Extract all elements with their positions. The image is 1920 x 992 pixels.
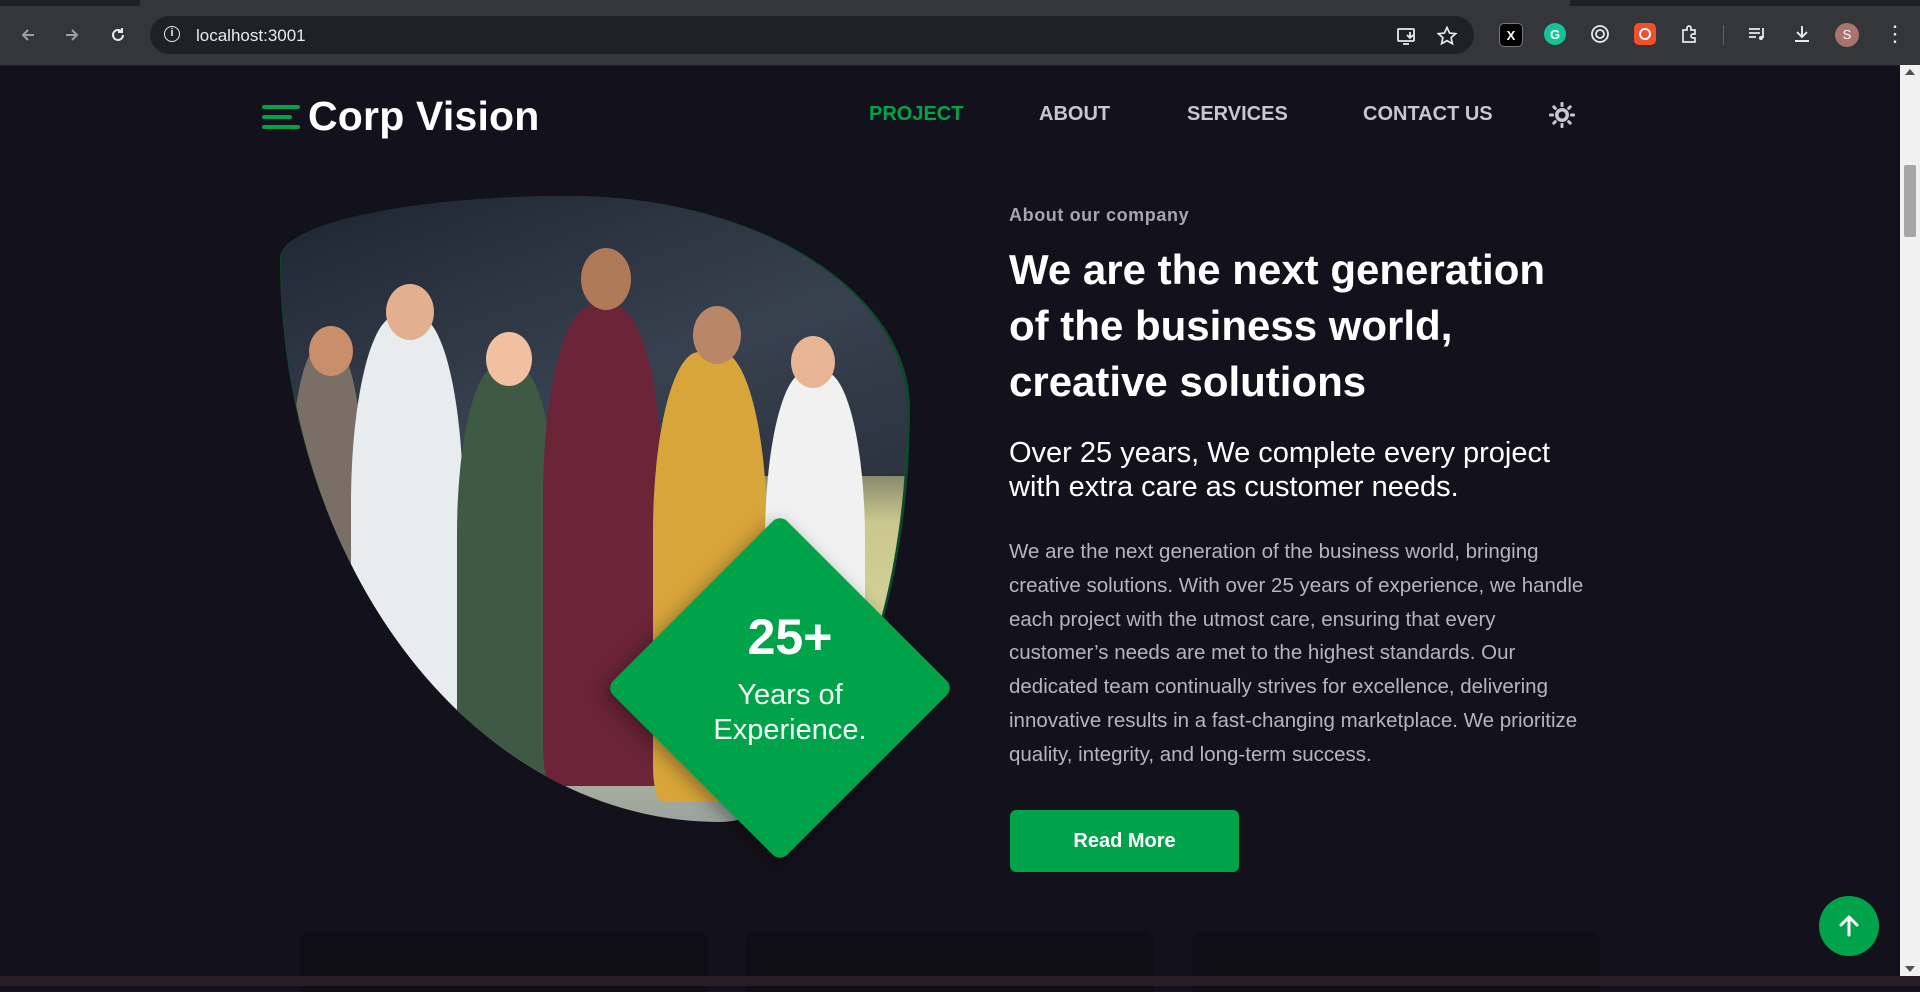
experience-label-line-1: Years of bbox=[737, 679, 843, 711]
browser-toolbar: i localhost:3001 X G S ⋮ bbox=[0, 0, 1920, 66]
media-control-icon[interactable] bbox=[1746, 23, 1768, 45]
arrow-up-icon bbox=[1839, 915, 1859, 937]
nav-about[interactable]: ABOUT bbox=[1039, 103, 1110, 126]
headline-line-2: of the business world, bbox=[1009, 302, 1453, 349]
section-body: We are the next generation of the busine… bbox=[1009, 540, 1584, 766]
install-app-icon[interactable] bbox=[1396, 25, 1418, 47]
scrollbar-thumb[interactable] bbox=[1904, 165, 1916, 237]
brand-name: Corp Vision bbox=[308, 93, 540, 139]
downloads-icon[interactable] bbox=[1791, 23, 1813, 45]
url-text[interactable]: localhost:3001 bbox=[196, 26, 306, 46]
subhead-line-2: with extra care as customer needs. bbox=[1009, 471, 1459, 503]
nav-services[interactable]: SERVICES bbox=[1187, 103, 1288, 126]
extensions-puzzle-icon[interactable] bbox=[1679, 23, 1701, 45]
reload-icon[interactable] bbox=[103, 20, 133, 50]
section-subheading: Over 25 years, We complete every project… bbox=[1009, 436, 1589, 504]
grammarly-icon[interactable]: G bbox=[1544, 23, 1566, 45]
experience-label-line-2: Experience. bbox=[713, 714, 867, 746]
active-tab[interactable] bbox=[140, 0, 1570, 6]
headline-line-1: We are the next generation bbox=[1009, 246, 1546, 293]
extension-record-icon[interactable] bbox=[1634, 23, 1656, 45]
theme-toggle-sun-icon[interactable] bbox=[1548, 101, 1576, 129]
experience-years: 25+ bbox=[747, 609, 833, 665]
bottom-edge bbox=[0, 976, 1920, 986]
nav-contact-us[interactable]: CONTACT US bbox=[1363, 103, 1493, 126]
page-scrollbar[interactable] bbox=[1900, 65, 1920, 976]
experience-label: Years of Experience. bbox=[690, 678, 890, 748]
tab-strip bbox=[0, 0, 1920, 6]
extension-x-icon[interactable]: X bbox=[1499, 23, 1523, 47]
forward-arrow-icon[interactable] bbox=[57, 20, 87, 50]
headline-line-3: creative solutions bbox=[1009, 358, 1367, 405]
bookmark-star-icon[interactable] bbox=[1436, 25, 1458, 47]
site-logo[interactable]: Corp Vision bbox=[262, 93, 540, 140]
profile-avatar[interactable]: S bbox=[1835, 23, 1859, 47]
scroll-up-arrow-icon[interactable] bbox=[1905, 69, 1915, 75]
scroll-down-arrow-icon[interactable] bbox=[1905, 966, 1915, 972]
site-info-icon[interactable]: i bbox=[164, 26, 180, 42]
extension-target-icon[interactable] bbox=[1589, 23, 1611, 45]
menu-kebab-icon[interactable]: ⋮ bbox=[1884, 22, 1906, 46]
address-bar[interactable]: i localhost:3001 bbox=[150, 16, 1474, 54]
toolbar-divider bbox=[1723, 25, 1724, 45]
section-eyebrow: About our company bbox=[1009, 205, 1190, 225]
hamburger-icon[interactable] bbox=[262, 102, 300, 132]
subhead-line-1: Over 25 years, We complete every project bbox=[1009, 437, 1551, 469]
nav-project[interactable]: PROJECT bbox=[869, 103, 963, 126]
back-arrow-icon[interactable] bbox=[13, 20, 43, 50]
section-headline: We are the next generation of the busine… bbox=[1009, 242, 1569, 410]
back-to-top-button[interactable] bbox=[1819, 896, 1879, 956]
read-more-button[interactable]: Read More bbox=[1010, 810, 1239, 872]
